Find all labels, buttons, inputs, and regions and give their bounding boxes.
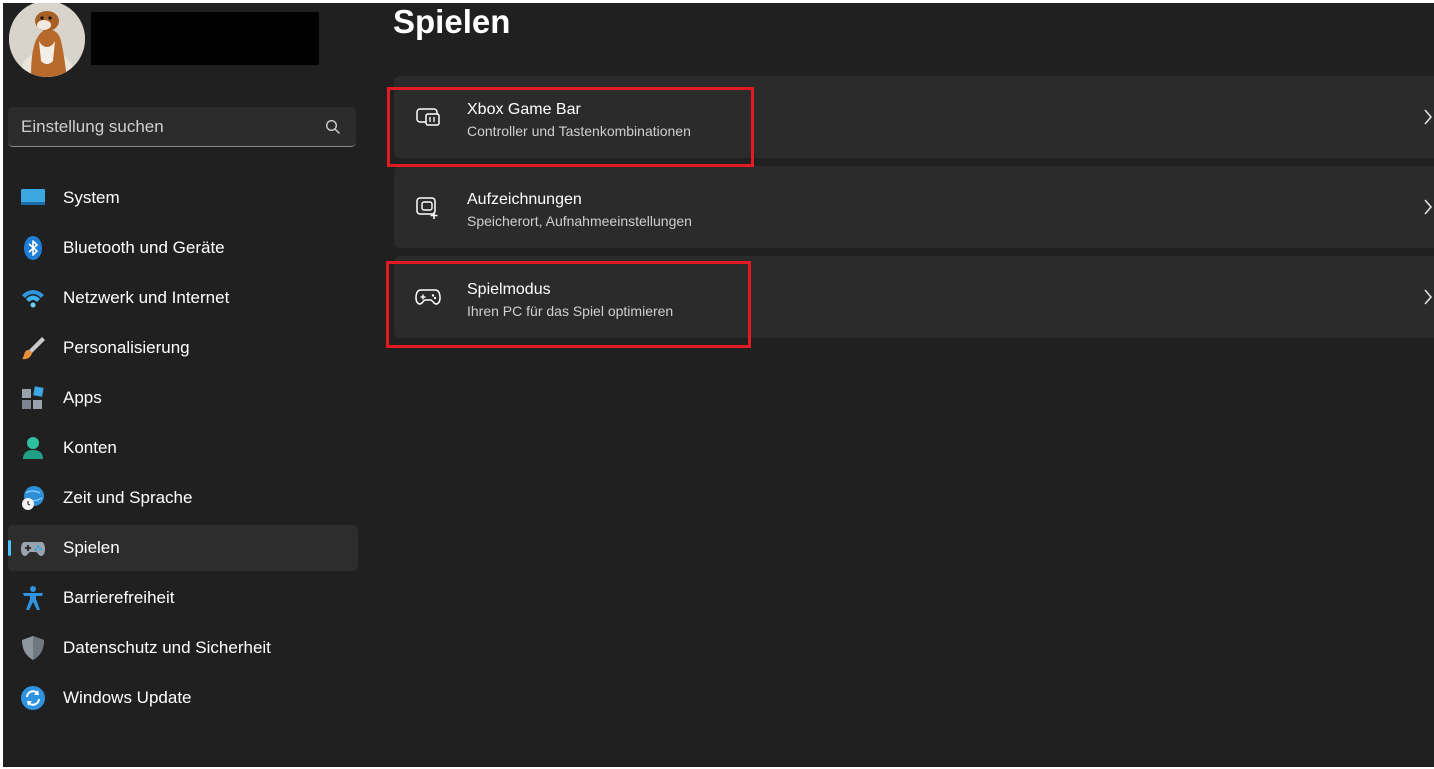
settings-window: System Bluetooth und Geräte Netzwerk und… [3, 3, 1434, 767]
sidebar-nav: System Bluetooth und Geräte Netzwerk und… [8, 175, 358, 725]
sidebar-item-accessibility[interactable]: Barrierefreiheit [8, 575, 358, 621]
update-icon [20, 685, 46, 711]
sidebar-item-label: Barrierefreiheit [63, 588, 175, 607]
sidebar-item-time-language[interactable]: Zeit und Sprache [8, 475, 358, 521]
card-title: Aufzeichnungen [467, 191, 582, 208]
sidebar-item-windows-update[interactable]: Windows Update [8, 675, 358, 721]
search-icon[interactable] [325, 119, 341, 135]
game-bar-icon [414, 103, 442, 131]
sidebar-item-label: Netzwerk und Internet [63, 288, 230, 307]
sidebar-item-label: Windows Update [63, 688, 192, 707]
sidebar-item-label: Apps [63, 388, 102, 407]
sidebar-item-gaming[interactable]: Spielen [8, 525, 358, 571]
xbox-game-bar-card[interactable]: Xbox Game Bar Controller und Tastenkombi… [394, 76, 1434, 158]
game-mode-card[interactable]: Spielmodus Ihren PC für das Spiel optimi… [394, 256, 1434, 338]
sidebar-item-network[interactable]: Netzwerk und Internet [8, 275, 358, 321]
sidebar-item-label: Datenschutz und Sicherheit [63, 638, 271, 657]
sidebar-item-apps[interactable]: Apps [8, 375, 358, 421]
accessibility-icon [20, 585, 46, 611]
chevron-right-icon [1422, 288, 1434, 306]
sidebar-item-bluetooth[interactable]: Bluetooth und Geräte [8, 225, 358, 271]
sidebar-item-label: Bluetooth und Geräte [63, 238, 225, 257]
search-box[interactable] [8, 107, 356, 147]
username-redacted [91, 12, 319, 65]
page-title: Spielen [393, 3, 511, 40]
card-subtitle: Ihren PC für das Spiel optimieren [467, 303, 674, 319]
sidebar-item-label: Personalisierung [63, 338, 190, 357]
sidebar-item-label: Zeit und Sprache [63, 488, 193, 507]
sidebar-item-label: System [63, 188, 120, 207]
gamepad-outline-icon [414, 283, 442, 311]
brush-icon [20, 335, 46, 361]
chevron-right-icon [1422, 108, 1434, 126]
sidebar-item-label: Konten [63, 438, 117, 457]
card-subtitle: Controller und Tastenkombinationen [467, 123, 691, 139]
bluetooth-icon [20, 235, 46, 261]
sidebar-item-privacy-security[interactable]: Datenschutz und Sicherheit [8, 625, 358, 671]
avatar[interactable] [9, 3, 85, 77]
globe-clock-icon [20, 485, 46, 511]
card-subtitle: Speicherort, Aufnahmeeinstellungen [467, 213, 692, 229]
card-title: Xbox Game Bar [467, 101, 581, 118]
card-title: Spielmodus [467, 281, 551, 298]
capture-icon [414, 193, 442, 221]
gamepad-icon [20, 535, 46, 561]
apps-icon [20, 385, 46, 411]
chevron-right-icon [1422, 198, 1434, 216]
sidebar-item-label: Spielen [63, 538, 120, 557]
wifi-icon [20, 285, 46, 311]
sidebar-item-accounts[interactable]: Konten [8, 425, 358, 471]
shield-icon [20, 635, 46, 661]
captures-card[interactable]: Aufzeichnungen Speicherort, Aufnahmeeins… [394, 166, 1434, 248]
sidebar-item-personalization[interactable]: Personalisierung [8, 325, 358, 371]
person-icon [20, 435, 46, 461]
sidebar-item-system[interactable]: System [8, 175, 358, 221]
active-indicator [8, 540, 11, 556]
search-input[interactable] [8, 107, 323, 147]
monitor-icon [20, 185, 46, 211]
